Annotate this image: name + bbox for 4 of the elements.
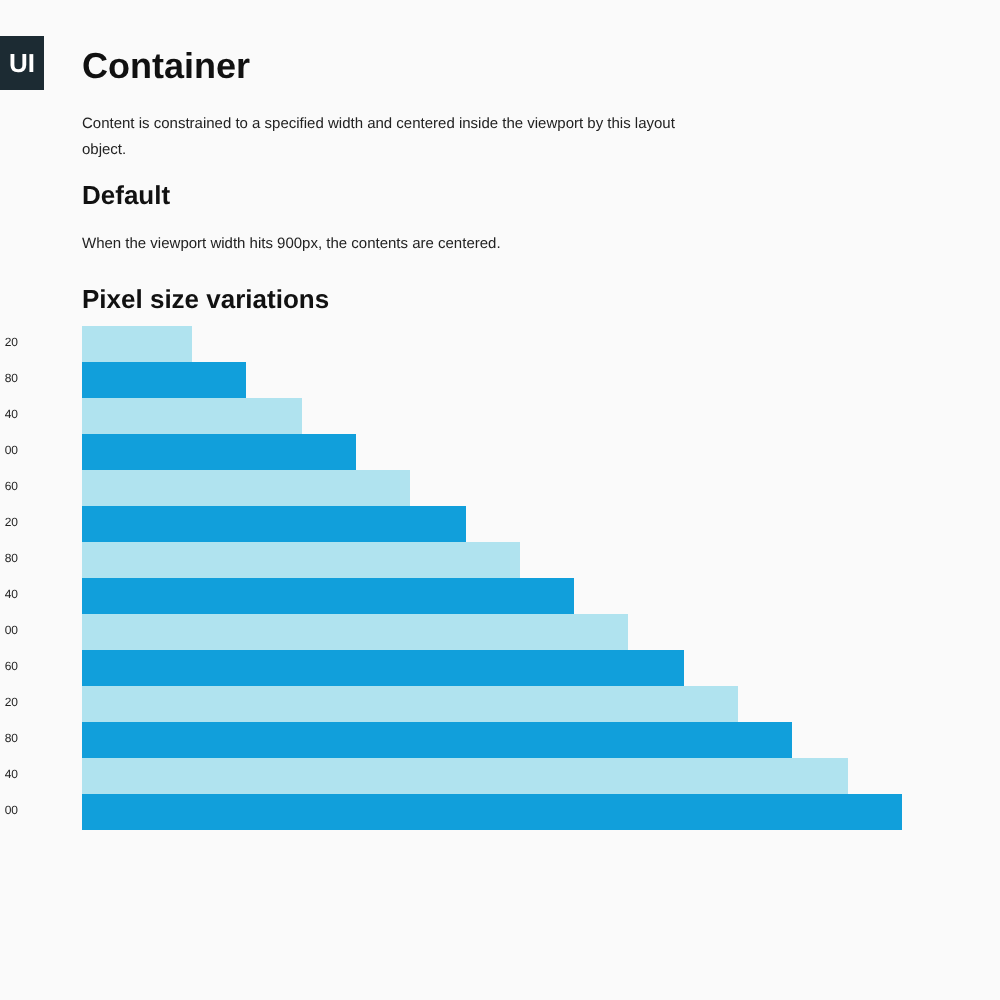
page-title: Container <box>82 44 253 88</box>
logo: UI <box>0 36 44 90</box>
section-heading: Default <box>82 180 173 212</box>
section-heading: Pixel size variations <box>82 284 332 316</box>
